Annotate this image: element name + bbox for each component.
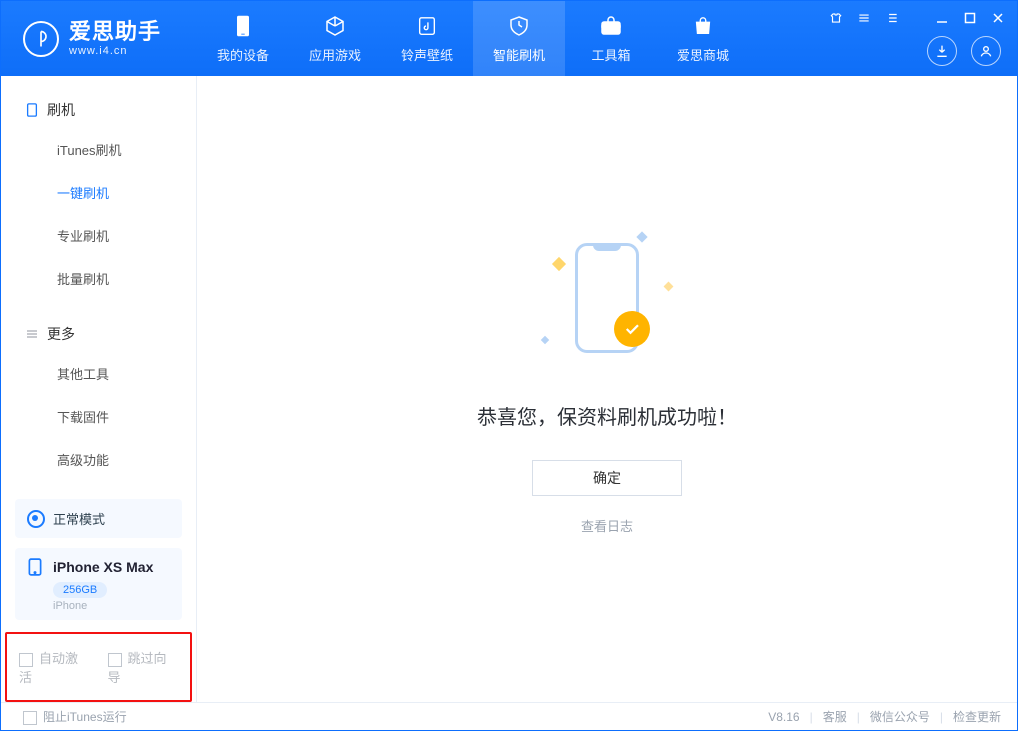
checkbox-auto-activate[interactable]: 自动激活 [19, 648, 90, 686]
app-name: 爱思助手 [69, 20, 161, 44]
toolbox-icon [598, 13, 624, 39]
device-name: iPhone XS Max [53, 559, 153, 575]
sidebar-category-flash: 刷机 [1, 92, 196, 128]
header-circle-buttons [927, 36, 1001, 66]
device-type: iPhone [53, 600, 170, 612]
logo-icon [23, 21, 59, 57]
nav-label: 我的设备 [217, 45, 269, 64]
main-content: 恭喜您，保资料刷机成功啦！ 确定 查看日志 [197, 76, 1017, 702]
status-label: 正常模式 [53, 509, 105, 528]
phone-icon [27, 558, 45, 576]
nav-smart-flash[interactable]: 智能刷机 [473, 1, 565, 76]
tshirt-icon[interactable] [827, 9, 845, 27]
shield-icon [506, 13, 532, 39]
phone-icon [25, 103, 39, 117]
nav-toolbox[interactable]: 工具箱 [565, 1, 657, 76]
download-button[interactable] [927, 36, 957, 66]
sidebar: 刷机 iTunes刷机 一键刷机 专业刷机 批量刷机 更多 其他工具 下载固件 … [1, 76, 197, 702]
checkmark-icon [614, 311, 650, 347]
nav-label: 爱思商城 [677, 45, 729, 64]
status-card[interactable]: 正常模式 [15, 499, 182, 538]
sidebar-item-advanced[interactable]: 高级功能 [1, 438, 196, 481]
footer-support-link[interactable]: 客服 [823, 708, 847, 725]
header: 爱思助手 www.i4.cn 我的设备 应用游戏 铃声壁纸 智能刷机 [1, 1, 1017, 76]
app-logo: 爱思助手 www.i4.cn [1, 20, 197, 56]
checkbox-skip-guide[interactable]: 跳过向导 [108, 648, 179, 686]
category-label: 刷机 [47, 100, 75, 120]
storage-badge: 256GB [53, 582, 107, 598]
sidebar-item-download-firmware[interactable]: 下载固件 [1, 395, 196, 438]
nav-store[interactable]: 爱思商城 [657, 1, 749, 76]
window-controls [827, 9, 1007, 27]
options-highlighted: 自动激活 跳过向导 [5, 632, 192, 702]
top-nav: 我的设备 应用游戏 铃声壁纸 智能刷机 工具箱 爱思商城 [197, 1, 749, 76]
device-card[interactable]: iPhone XS Max 256GB iPhone [15, 548, 182, 620]
list-icon[interactable] [883, 9, 901, 27]
nav-my-device[interactable]: 我的设备 [197, 1, 289, 76]
footer-update-link[interactable]: 检查更新 [953, 708, 1001, 725]
nav-label: 应用游戏 [309, 45, 361, 64]
app-url: www.i4.cn [69, 45, 161, 57]
minimize-button[interactable] [933, 9, 951, 27]
sidebar-item-oneclick-flash[interactable]: 一键刷机 [1, 171, 196, 214]
ok-button[interactable]: 确定 [532, 460, 682, 496]
cube-icon [322, 13, 348, 39]
success-illustration [532, 223, 682, 373]
sidebar-item-other-tools[interactable]: 其他工具 [1, 352, 196, 395]
nav-label: 铃声壁纸 [401, 45, 453, 64]
nav-ringtone-wallpaper[interactable]: 铃声壁纸 [381, 1, 473, 76]
list-icon [25, 327, 39, 341]
sidebar-item-pro-flash[interactable]: 专业刷机 [1, 214, 196, 257]
sidebar-item-batch-flash[interactable]: 批量刷机 [1, 257, 196, 300]
bag-icon [690, 13, 716, 39]
success-headline: 恭喜您，保资料刷机成功啦！ [477, 401, 737, 430]
sidebar-item-itunes-flash[interactable]: iTunes刷机 [1, 128, 196, 171]
footer-wechat-link[interactable]: 微信公众号 [870, 708, 930, 725]
view-log-link[interactable]: 查看日志 [581, 516, 633, 535]
user-button[interactable] [971, 36, 1001, 66]
category-label: 更多 [47, 324, 75, 344]
music-icon [414, 13, 440, 39]
device-icon [230, 13, 256, 39]
footer: 阻止iTunes运行 V8.16 | 客服 | 微信公众号 | 检查更新 [1, 702, 1017, 730]
version-label: V8.16 [768, 710, 799, 724]
nav-label: 工具箱 [591, 45, 630, 64]
nav-apps-games[interactable]: 应用游戏 [289, 1, 381, 76]
status-icon [27, 510, 45, 528]
menu-icon[interactable] [855, 9, 873, 27]
sidebar-category-more: 更多 [1, 316, 196, 352]
nav-label: 智能刷机 [493, 45, 545, 64]
maximize-button[interactable] [961, 9, 979, 27]
checkbox-block-itunes[interactable]: 阻止iTunes运行 [23, 708, 127, 725]
close-button[interactable] [989, 9, 1007, 27]
